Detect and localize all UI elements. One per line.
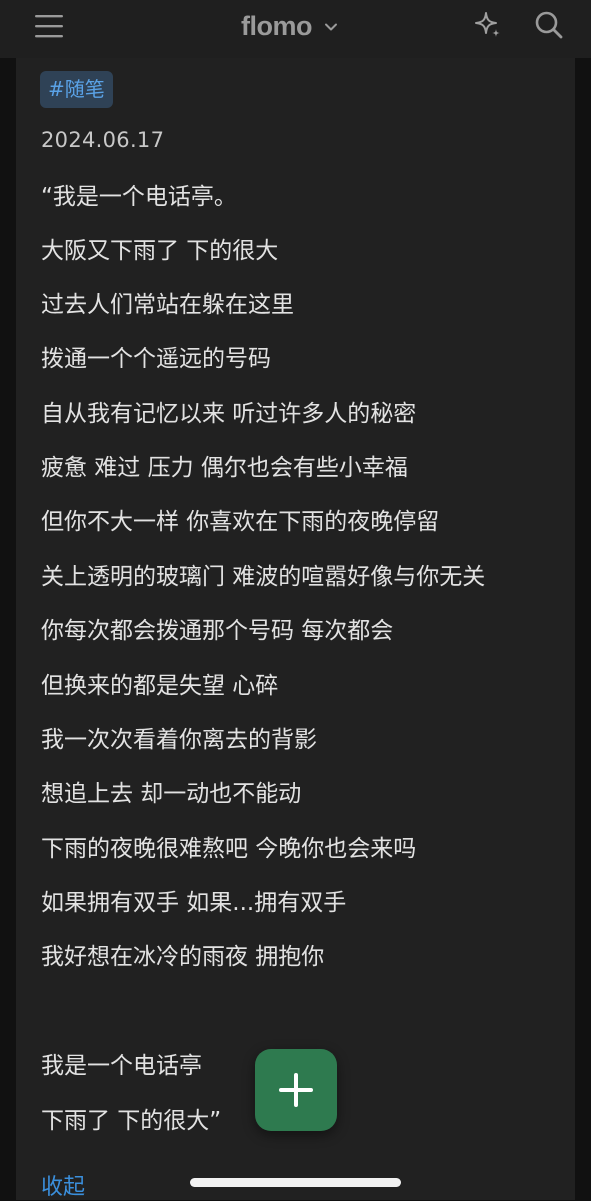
sparkle-icon[interactable]	[473, 10, 503, 40]
memo-line: 但换来的都是失望 心碎	[41, 673, 279, 699]
memo-line: 过去人们常站在躲在这里	[41, 292, 294, 318]
memo-line: 你每次都会拨通那个号码 每次都会	[41, 618, 394, 644]
memo-date: 2024.06.17	[41, 128, 165, 152]
memo-line: 自从我有记忆以来 听过许多人的秘密	[41, 401, 417, 427]
memo-line: 下雨的夜晚很难熬吧 今晚你也会来吗	[41, 836, 417, 862]
memo-line: 拨通一个个遥远的号码	[41, 346, 271, 372]
memo-line: 疲惫 难过 压力 偶尔也会有些小幸福	[41, 455, 408, 481]
memo-line: 大阪又下雨了 下的很大	[41, 238, 279, 264]
app-title: flomo	[241, 10, 313, 41]
memo-line: 我一次次看着你离去的背影	[41, 727, 317, 753]
search-icon[interactable]	[533, 9, 565, 41]
memo-line: “我是一个电话亭。	[41, 184, 237, 210]
top-bar: flomo	[0, 0, 591, 58]
memo-line: 我好想在冰冷的雨夜 拥抱你	[41, 944, 325, 970]
memo-line: 但你不大一样 你喜欢在下雨的夜晚停留	[41, 509, 440, 535]
memo-tag[interactable]: #随笔	[40, 71, 113, 108]
app-switcher[interactable]: flomo	[241, 8, 338, 44]
memo-line: 下雨了 下的很大”	[41, 1108, 222, 1134]
menu-icon[interactable]	[35, 13, 63, 39]
memo-line: 如果拥有双手 如果...拥有双手	[41, 890, 347, 916]
memo-line: 我是一个电话亭	[41, 1053, 202, 1079]
plus-icon	[279, 1073, 313, 1107]
chevron-down-icon	[325, 23, 337, 31]
home-indicator[interactable]	[190, 1178, 401, 1187]
collapse-link[interactable]: 收起	[41, 1169, 85, 1201]
add-memo-button[interactable]	[255, 1049, 337, 1131]
memo-line: 关上透明的玻璃门 难波的喧嚣好像与你无关	[41, 564, 486, 590]
memo-line: 想追上去 却一动也不能动	[41, 781, 302, 807]
